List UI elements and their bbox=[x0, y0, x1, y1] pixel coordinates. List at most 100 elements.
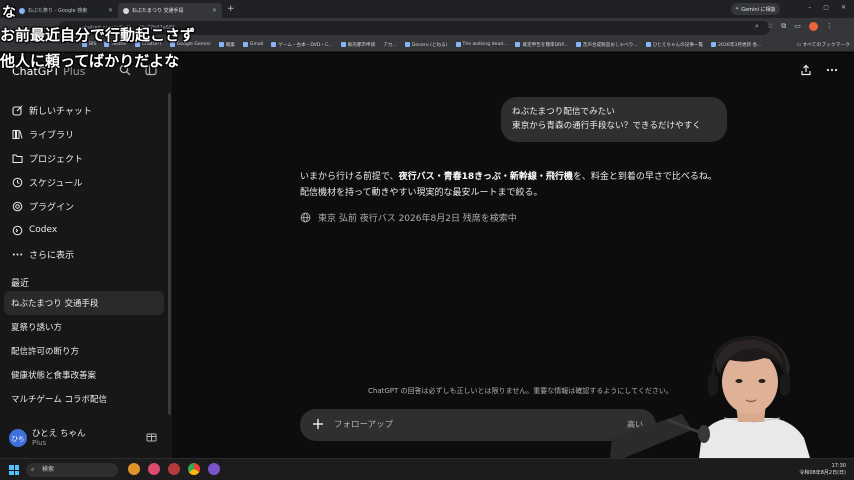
close-tab-icon[interactable]: ✕ bbox=[108, 7, 113, 14]
user-message-line: ねぶたまつり配信でみたい bbox=[512, 107, 615, 117]
user-name: ひとえ ちゃん bbox=[32, 429, 86, 439]
bookmark[interactable]: ひとえちゃんの記事一覧 bbox=[642, 42, 707, 48]
bookmark[interactable]: Doneru (どねる) bbox=[401, 42, 452, 48]
add-attachment-icon[interactable] bbox=[311, 417, 325, 431]
close-tab-icon[interactable]: ✕ bbox=[212, 7, 217, 14]
sidebar-item-library[interactable]: ライブラリ bbox=[0, 122, 172, 146]
message-composer bbox=[300, 409, 656, 441]
sidebar-scrollbar[interactable] bbox=[168, 93, 171, 415]
codex-icon bbox=[12, 225, 23, 235]
recent-chat-item[interactable]: 配信許可の断り方 bbox=[4, 339, 164, 363]
bookmark-favicon-icon bbox=[645, 42, 651, 47]
app-icon[interactable] bbox=[168, 463, 180, 475]
menu-kebab-icon[interactable]: ⋮ bbox=[826, 22, 833, 31]
search-icon: ⌕ bbox=[31, 466, 35, 473]
browser-tab[interactable]: ねぶた祭り - Google 検索 ✕ bbox=[14, 3, 118, 18]
bookmark-star-icon[interactable]: ☆ bbox=[767, 22, 773, 31]
recent-chat-item[interactable]: 健康状態と食事改善案 bbox=[4, 363, 164, 387]
sidebar-item-label: プロジェクト bbox=[29, 154, 84, 165]
sidebar-nav: 新しいチャット ライブラリ プロジェクト スケジュール プラグイン Codex … bbox=[0, 98, 172, 266]
avatar-app-icon[interactable] bbox=[148, 463, 160, 475]
tab-label: ねぶた祭り - Google 検索 bbox=[28, 8, 88, 14]
bookmark-favicon-icon bbox=[340, 42, 346, 47]
bookmark[interactable]: 確定申告を簡単DRP... bbox=[511, 42, 571, 48]
chat-header-actions bbox=[800, 64, 838, 76]
sidebar-item-label: Codex bbox=[29, 225, 58, 235]
window-controls: – ▢ ✕ bbox=[808, 4, 846, 11]
taskbar-search[interactable]: ⌕ 検索 bbox=[26, 463, 118, 477]
sidebar-item-label: 新しいチャット bbox=[29, 106, 92, 117]
close-window-icon[interactable]: ✕ bbox=[841, 4, 846, 11]
user-message-line: 東京から青森の通行手段ない？できるだけやすく bbox=[512, 121, 701, 131]
new-tab-icon[interactable]: + bbox=[227, 4, 235, 14]
sidebar-item-projects[interactable]: プロジェクト bbox=[0, 146, 172, 170]
taskbar: ⌕ 検索 17:30 令和08年8月2日(日) bbox=[0, 458, 854, 480]
sidebar-item-label: プラグイン bbox=[29, 202, 75, 213]
chrome-icon[interactable] bbox=[188, 463, 200, 475]
bookmark[interactable]: The walking dead... bbox=[452, 42, 512, 47]
library-icon bbox=[12, 129, 23, 139]
bookmark[interactable]: ゲーム・古本・DVD・C... bbox=[267, 42, 336, 48]
google-favicon-icon bbox=[19, 7, 25, 14]
sidebar-item-new-chat[interactable]: 新しいチャット bbox=[0, 98, 172, 122]
minimize-icon[interactable]: – bbox=[808, 4, 811, 11]
windows-start-icon[interactable] bbox=[9, 465, 19, 475]
bookmark[interactable]: Gmail bbox=[239, 42, 267, 47]
clock-icon bbox=[12, 177, 23, 187]
bookmark[interactable]: アカ... bbox=[379, 42, 401, 48]
discord-icon[interactable] bbox=[208, 463, 220, 475]
sidebar-item-plugins[interactable]: プラグイン bbox=[0, 194, 172, 218]
user-message-bubble: ねぶたまつり配信でみたい 東京から青森の通行手段ない？できるだけやすく bbox=[501, 97, 727, 142]
reply-line: 配信機材を持って動きやすい現実的な最安ルートまで絞る。 bbox=[300, 188, 543, 198]
bookmark[interactable]: 販売都市申請 bbox=[337, 42, 380, 48]
sidebar-item-more[interactable]: さらに表示 bbox=[0, 242, 172, 266]
recent-chat-item[interactable]: 夏祭り誘い方 bbox=[4, 315, 164, 339]
recent-chat-item[interactable]: ねぶたまつり 交通手段 bbox=[4, 291, 164, 315]
user-profile[interactable]: ひち ひとえ ちゃん Plus bbox=[0, 418, 172, 458]
bookmark[interactable]: 音声合成製品おしゃべり... bbox=[572, 42, 642, 48]
more-options-icon[interactable] bbox=[826, 64, 838, 76]
share-icon[interactable] bbox=[800, 64, 812, 76]
bookmark[interactable]: 職業 bbox=[215, 42, 239, 48]
sidebar-item-schedule[interactable]: スケジュール bbox=[0, 170, 172, 194]
recent-chats-list: ねぶたまつり 交通手段 夏祭り誘い方 配信許可の断り方 健康状態と食事改善案 マ… bbox=[4, 291, 164, 411]
recent-heading: 最近 bbox=[11, 279, 30, 289]
all-bookmarks-button[interactable]: ▭ すべてのブックマーク bbox=[796, 41, 850, 48]
recent-chat-item[interactable]: マルチゲーム コラボ配信 bbox=[4, 387, 164, 411]
more-icon bbox=[12, 253, 23, 255]
follow-up-input[interactable] bbox=[334, 417, 604, 433]
zoom-icon[interactable]: ⌕ bbox=[755, 22, 759, 31]
clock-date: 令和08年8月2日(日) bbox=[799, 470, 846, 476]
reply-line: いまから行ける前提で、夜行バス・青春18きっぷ・新幹線・飛行機を、料金と到着の早… bbox=[300, 172, 717, 182]
overlay-caption-2: お前最近自分で行動起こさず bbox=[0, 26, 196, 44]
user-plan: Plus bbox=[32, 439, 47, 447]
sidepanel-icon[interactable]: ▭ bbox=[794, 22, 801, 31]
browser-tab-bar: ねぶた祭り - Google 検索 ✕ ねぶたまつり 交通手段 ✕ + bbox=[0, 0, 854, 18]
bookmark-favicon-icon bbox=[575, 42, 581, 47]
gemini-label: Gemini に相談 bbox=[741, 6, 776, 13]
profile-avatar[interactable] bbox=[808, 22, 818, 31]
overlay-caption-3: 他人に頼ってばかりだよな bbox=[0, 52, 180, 70]
search-status-text: 東京 弘前 夜行バス 2026年8月2日 残席を検索中 bbox=[318, 214, 517, 224]
bookmark-favicon-icon bbox=[218, 42, 224, 47]
sidebar-item-label: スケジュール bbox=[29, 178, 83, 189]
sidebar: ChatGPT Plus 新しいチャット ライブラリ プロジェクト スケジュール… bbox=[0, 53, 172, 458]
sidebar-item-codex[interactable]: Codex bbox=[0, 218, 172, 242]
taskbar-clock[interactable]: 17:30 令和08年8月2日(日) bbox=[799, 463, 846, 477]
gift-icon[interactable] bbox=[146, 431, 157, 442]
bookmark-favicon-icon bbox=[242, 42, 248, 47]
folder-icon: ▭ bbox=[796, 43, 802, 48]
tab-label: ねぶたまつり 交通手段 bbox=[132, 8, 184, 14]
maximize-icon[interactable]: ▢ bbox=[823, 4, 829, 11]
taskbar-apps bbox=[128, 463, 220, 475]
assistant-reply: いまから行ける前提で、夜行バス・青春18きっぷ・新幹線・飛行機を、料金と到着の早… bbox=[300, 169, 770, 201]
gemini-button[interactable]: ✦ Gemini に相談 bbox=[731, 3, 780, 15]
folder-icon bbox=[12, 154, 23, 163]
bookmark-favicon-icon bbox=[515, 42, 521, 47]
bookmark-favicon-icon bbox=[455, 42, 461, 47]
browser-tab-active[interactable]: ねぶたまつり 交通手段 ✕ bbox=[118, 3, 222, 18]
coin-app-icon[interactable] bbox=[128, 463, 140, 475]
bookmark[interactable]: 2026年3月更新 各... bbox=[707, 42, 765, 48]
extensions-icon[interactable]: ⧉ bbox=[781, 22, 786, 31]
bookmark-favicon-icon bbox=[711, 42, 717, 47]
